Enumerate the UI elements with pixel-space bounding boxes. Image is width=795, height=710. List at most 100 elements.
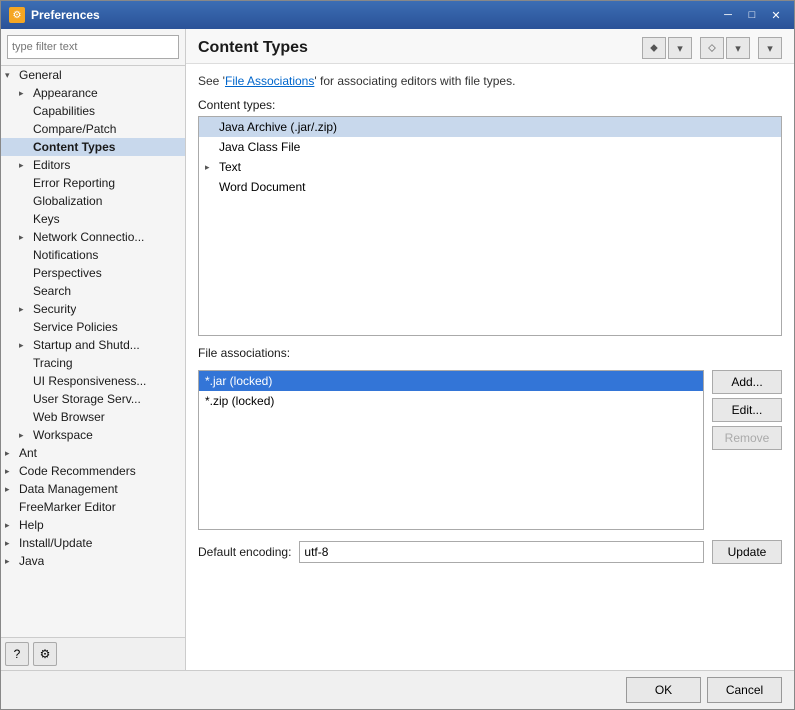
tree-item-security[interactable]: ▸Security [1, 300, 185, 318]
help-button[interactable]: ? [5, 642, 29, 666]
tree-item-label: Appearance [33, 86, 98, 100]
tree-item-label: Security [33, 302, 76, 316]
file-associations-link[interactable]: File Associations [225, 74, 314, 88]
tree-item-notifications[interactable]: Notifications [1, 246, 185, 264]
encoding-input[interactable] [299, 541, 704, 563]
tree-item-label: Help [19, 518, 44, 532]
tree-item-compare-patch[interactable]: Compare/Patch [1, 120, 185, 138]
tree-item-user-storage[interactable]: User Storage Serv... [1, 390, 185, 408]
titlebar: ⚙ Preferences ─ □ ✕ [1, 1, 794, 29]
content-types-label: Content types: [198, 98, 782, 112]
tree-item-workspace[interactable]: ▸Workspace [1, 426, 185, 444]
tree-item-label: Ant [19, 446, 37, 460]
chevron-down-icon: ▾ [677, 42, 683, 55]
update-button[interactable]: Update [712, 540, 782, 564]
file-assoc-row: *.jar (locked)*.zip (locked) Add... Edit… [198, 370, 782, 530]
tree-item-java[interactable]: ▸Java [1, 552, 185, 570]
tree-item-code-recommenders[interactable]: ▸Code Recommenders [1, 462, 185, 480]
tree-item-label: Web Browser [33, 410, 105, 424]
tree-arrow-icon: ▸ [19, 160, 33, 171]
forward-menu-button[interactable]: ▾ [726, 37, 750, 59]
tree-item-help[interactable]: ▸Help [1, 516, 185, 534]
tree-item-label: FreeMarker Editor [19, 500, 116, 514]
minimize-button[interactable]: ─ [718, 7, 738, 23]
file-assoc-list[interactable]: *.jar (locked)*.zip (locked) [198, 370, 704, 530]
tree-item-install-update[interactable]: ▸Install/Update [1, 534, 185, 552]
file-assoc-item-zip[interactable]: *.zip (locked) [199, 391, 703, 411]
right-panel: Content Types ⬥ ▾ ⬦ ▾ [186, 29, 794, 670]
tree-item-label: Error Reporting [33, 176, 115, 190]
content-types-section: Content types: Java Archive (.jar/.zip) J… [198, 98, 782, 336]
cancel-button[interactable]: Cancel [707, 677, 782, 703]
tree-item-label: Startup and Shutd... [33, 338, 140, 352]
tree-item-startup-shutdown[interactable]: ▸Startup and Shutd... [1, 336, 185, 354]
tree-item-content-types[interactable]: Content Types [1, 138, 185, 156]
tree-item-web-browser[interactable]: Web Browser [1, 408, 185, 426]
content-type-item-word-doc[interactable]: Word Document [199, 177, 781, 197]
edit-button[interactable]: Edit... [712, 398, 782, 422]
tree-arrow-icon: ▸ [5, 538, 19, 549]
tree-item-globalization[interactable]: Globalization [1, 192, 185, 210]
tree-arrow-icon: ▾ [5, 70, 19, 81]
tree-item-ui-responsiveness[interactable]: UI Responsiveness... [1, 372, 185, 390]
tree-item-label: Code Recommenders [19, 464, 136, 478]
encoding-row: Default encoding: Update [198, 540, 782, 564]
tree-item-label: Java [19, 554, 44, 568]
window-title: Preferences [31, 8, 712, 22]
tree-container: ▾General▸AppearanceCapabilitiesCompare/P… [1, 66, 185, 637]
encoding-label: Default encoding: [198, 545, 291, 559]
toolbar-extra-button[interactable]: ▾ [758, 37, 782, 59]
tree-item-label: Globalization [33, 194, 102, 208]
tree-item-data-management[interactable]: ▸Data Management [1, 480, 185, 498]
file-assoc-section: File associations: *.jar (locked)*.zip (… [198, 346, 782, 530]
tree-item-ant[interactable]: ▸Ant [1, 444, 185, 462]
tree-item-label: Install/Update [19, 536, 92, 550]
file-assoc-item-jar[interactable]: *.jar (locked) [199, 371, 703, 391]
tree-item-general[interactable]: ▾General [1, 66, 185, 84]
tree-item-label: Tracing [33, 356, 73, 370]
tree-item-search[interactable]: Search [1, 282, 185, 300]
content-area: ▾General▸AppearanceCapabilitiesCompare/P… [1, 29, 794, 670]
right-header: Content Types ⬥ ▾ ⬦ ▾ [186, 29, 794, 64]
content-type-item-text[interactable]: ▸Text [199, 157, 781, 177]
content-type-item-java-class[interactable]: Java Class File [199, 137, 781, 157]
toolbar-menu-button[interactable]: ▾ [668, 37, 692, 59]
tree-item-label: Service Policies [33, 320, 118, 334]
preferences-button[interactable]: ⚙ [33, 642, 57, 666]
info-post: ' for associating editors with file type… [314, 74, 515, 88]
tree-item-editors[interactable]: ▸Editors [1, 156, 185, 174]
tree-item-network-connections[interactable]: ▸Network Connectio... [1, 228, 185, 246]
tree-item-label: UI Responsiveness... [33, 374, 146, 388]
tree-item-label: Compare/Patch [33, 122, 116, 136]
tree-arrow-icon: ▸ [19, 430, 33, 441]
window-controls: ─ □ ✕ [718, 7, 786, 23]
ct-arrow-icon: ▸ [205, 162, 219, 173]
tree-item-appearance[interactable]: ▸Appearance [1, 84, 185, 102]
add-button[interactable]: Add... [712, 370, 782, 394]
tree-item-label: Search [33, 284, 71, 298]
tree-item-label: Network Connectio... [33, 230, 144, 244]
filter-input[interactable] [7, 35, 179, 59]
content-type-item-jar-zip[interactable]: Java Archive (.jar/.zip) [199, 117, 781, 137]
tree-item-tracing[interactable]: Tracing [1, 354, 185, 372]
content-types-list[interactable]: Java Archive (.jar/.zip)Java Class File▸… [198, 116, 782, 336]
window-icon: ⚙ [9, 7, 25, 23]
right-toolbar: ⬥ ▾ ⬦ ▾ ▾ [642, 37, 782, 59]
back-button[interactable]: ⬥ [642, 37, 666, 59]
tree-item-freemarker-editor[interactable]: FreeMarker Editor [1, 498, 185, 516]
remove-button[interactable]: Remove [712, 426, 782, 450]
forward-button[interactable]: ⬦ [700, 37, 724, 59]
tree-item-service-policies[interactable]: Service Policies [1, 318, 185, 336]
tree-item-perspectives[interactable]: Perspectives [1, 264, 185, 282]
ok-button[interactable]: OK [626, 677, 701, 703]
tree-item-keys[interactable]: Keys [1, 210, 185, 228]
tree-item-error-reporting[interactable]: Error Reporting [1, 174, 185, 192]
ct-label: Java Class File [219, 140, 300, 154]
maximize-button[interactable]: □ [742, 7, 762, 23]
menu-icon: ▾ [767, 42, 773, 55]
tree-arrow-icon: ▸ [5, 556, 19, 567]
tree-arrow-icon: ▸ [19, 304, 33, 315]
close-button[interactable]: ✕ [766, 7, 786, 23]
info-text: See 'File Associations' for associating … [198, 74, 782, 88]
tree-item-capabilities[interactable]: Capabilities [1, 102, 185, 120]
